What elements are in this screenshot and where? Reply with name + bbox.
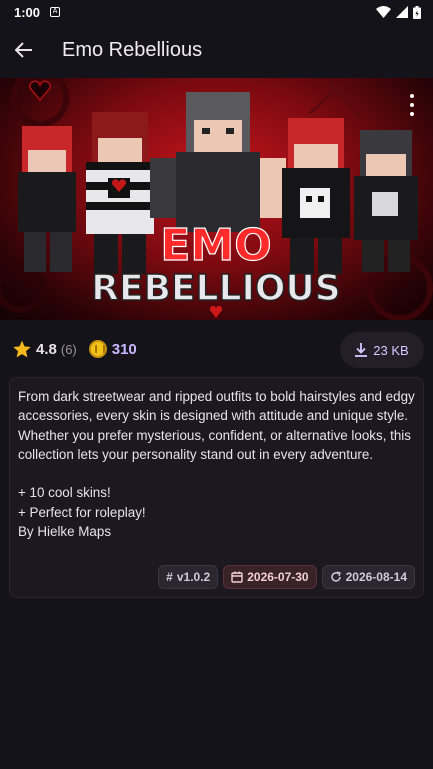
download-size-label: 23 KB: [373, 342, 409, 358]
arrow-left-icon: [15, 42, 32, 58]
version-tag: # v1.0.2: [158, 565, 219, 589]
hash-icon: #: [166, 570, 173, 584]
stats-row: 4.8 (6) 310 23 KB: [0, 330, 433, 368]
more-options-button[interactable]: [407, 94, 417, 116]
rating-count: (6): [60, 341, 77, 357]
dot: [410, 103, 414, 107]
page-title: Emo Rebellious: [62, 38, 203, 61]
app-bar: Emo Rebellious: [0, 24, 433, 76]
version-label: v1.0.2: [176, 570, 211, 584]
calendar-icon: [231, 571, 243, 583]
dot: [410, 112, 414, 116]
battery-icon: [413, 5, 421, 19]
updated-date-label: 2026-08-14: [345, 570, 407, 584]
wifi-icon: [376, 6, 391, 18]
download-size-button[interactable]: 23 KB: [340, 332, 424, 368]
download-icon: [355, 343, 368, 357]
star-icon: [13, 340, 31, 358]
dot: [410, 94, 414, 98]
notification-icon: A: [50, 7, 61, 17]
coin-icon: [88, 340, 107, 358]
created-date-tag: 2026-07-30: [223, 565, 317, 589]
refresh-icon: [330, 571, 341, 582]
hero-title-line1: EMO: [160, 220, 271, 271]
status-icons: [376, 5, 421, 19]
hero-banner: EMO REBELLIOUS: [0, 78, 433, 320]
back-button[interactable]: [0, 26, 48, 74]
updated-date-tag: 2026-08-14: [321, 565, 415, 589]
description-card: From dark streetwear and ripped outfits …: [9, 377, 424, 598]
description-text: From dark streetwear and ripped outfits …: [18, 389, 415, 540]
status-time: 1:00: [14, 4, 41, 20]
meta-tags: # v1.0.2 2026-07-30 2026-08-14: [158, 565, 415, 589]
status-bar: 1:00 A: [0, 0, 433, 24]
hero-title-line2: REBELLIOUS: [91, 268, 340, 309]
created-date-label: 2026-07-30: [247, 570, 309, 584]
price-value: 310: [111, 340, 137, 358]
signal-icon: [396, 6, 408, 18]
rating-value: 4.8: [36, 340, 57, 358]
hero-artwork: EMO REBELLIOUS: [0, 78, 433, 320]
